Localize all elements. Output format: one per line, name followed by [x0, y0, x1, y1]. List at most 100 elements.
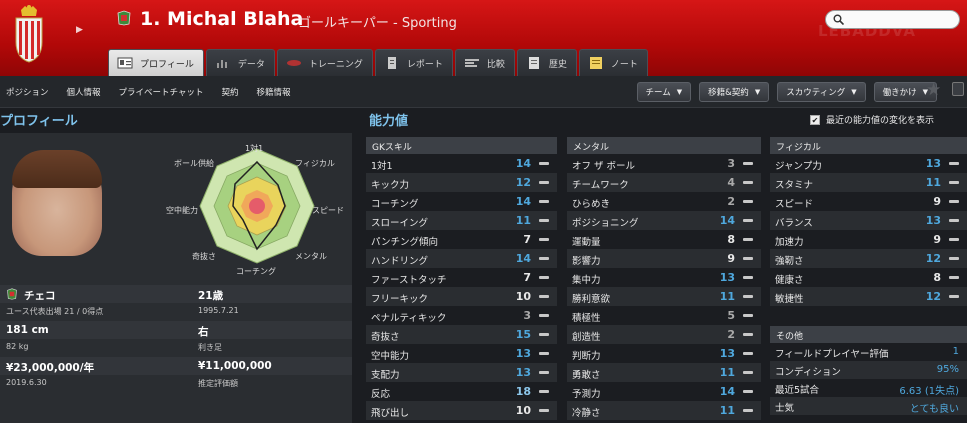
attribute-name: 健康さ — [775, 275, 804, 286]
attribute-row[interactable]: 影響力 9 — [567, 249, 761, 268]
attribute-name: パンチング傾向 — [371, 237, 438, 248]
attribute-row[interactable]: 冷静さ 11 — [567, 401, 761, 420]
attribute-row[interactable]: パンチング傾向 7 — [366, 230, 557, 249]
attribute-row[interactable]: 運動量 8 — [567, 230, 761, 249]
show-changes-toggle[interactable]: ✔ 最近の能力値の変化を表示 — [810, 113, 934, 126]
tab-history[interactable]: 歴史 — [516, 49, 577, 76]
attribute-value: 18 — [515, 385, 531, 398]
report-icon — [387, 57, 396, 69]
other-info-row: フィールドプレイヤー評価 1 — [770, 343, 967, 361]
attribute-row[interactable]: スローイング 11 — [366, 211, 557, 230]
player-position-club[interactable]: ゴールキーパー - Sporting — [298, 12, 457, 31]
attribute-row[interactable]: 健康さ 8 — [770, 268, 967, 287]
attribute-row[interactable]: 予測力 14 — [567, 382, 761, 401]
team-button[interactable]: チーム ▼ — [636, 82, 692, 102]
attribute-name: 運動量 — [572, 237, 601, 248]
no-change-icon — [743, 257, 753, 260]
subnav-transfer-info[interactable]: 移籍情報 — [256, 86, 290, 98]
no-change-icon — [743, 333, 753, 336]
attribute-value: 9 — [727, 252, 735, 265]
attribute-value: 14 — [515, 157, 531, 170]
no-change-icon — [949, 162, 959, 165]
transfer-contract-button[interactable]: 移籍&契約 ▼ — [699, 82, 770, 102]
checkbox[interactable]: ✔ — [810, 114, 820, 125]
attribute-row[interactable]: 奇抜さ 15 — [366, 325, 557, 344]
more-options-icon[interactable] — [952, 82, 964, 96]
attribute-value: 8 — [727, 233, 735, 246]
attribute-value: 13 — [925, 157, 941, 170]
subnav-position[interactable]: ポジション — [6, 86, 49, 98]
tab-data[interactable]: データ — [205, 49, 275, 76]
attribute-row[interactable]: 勇敢さ 11 — [567, 363, 761, 382]
wage: ¥23,000,000/年 — [6, 362, 95, 374]
radar-label: 奇抜さ — [192, 251, 216, 261]
attribute-row[interactable]: ハンドリング 14 — [366, 249, 557, 268]
date-of-birth: 1995.7.21 — [198, 306, 239, 315]
scouting-button[interactable]: スカウティング ▼ — [777, 82, 866, 102]
attribute-row[interactable]: フリーキック 10 — [366, 287, 557, 306]
attribute-value: 12 — [925, 252, 941, 265]
attribute-row[interactable]: オフ ザ ボール 3 — [567, 154, 761, 173]
attribute-row[interactable]: 敏捷性 12 — [770, 287, 967, 306]
radar-label: フィジカル — [295, 159, 335, 168]
header-menu-arrow-icon[interactable]: ▶ — [76, 25, 83, 35]
attribute-row[interactable]: ジャンプ力 13 — [770, 154, 967, 173]
attribute-name: 予測力 — [572, 389, 601, 400]
subnav-contract[interactable]: 契約 — [221, 86, 238, 98]
attribute-row[interactable]: キック力 12 — [366, 173, 557, 192]
attribute-value: 11 — [925, 176, 941, 189]
search-input[interactable] — [825, 10, 960, 29]
chevron-down-icon: ▼ — [754, 88, 761, 96]
tab-label: トレーニング — [308, 59, 363, 70]
subnav-private-chat[interactable]: プライベートチャット — [119, 86, 204, 98]
attribute-row[interactable]: スピード 9 — [770, 192, 967, 211]
attribute-row[interactable]: ポジショニング 14 — [567, 211, 761, 230]
attribute-row[interactable]: バランス 13 — [770, 211, 967, 230]
tab-report[interactable]: レポート — [374, 49, 453, 76]
star-icon[interactable]: ★ — [926, 80, 941, 100]
attribute-row[interactable]: 集中力 13 — [567, 268, 761, 287]
attribute-row[interactable]: 1対1 14 — [366, 154, 557, 173]
radar-label: 空中能力 — [166, 205, 198, 215]
attribute-name: 影響力 — [572, 256, 601, 267]
attribute-row[interactable]: チームワーク 4 — [567, 173, 761, 192]
chevron-down-icon: ▼ — [676, 88, 683, 96]
tab-notes[interactable]: ノート — [578, 49, 648, 76]
attribute-row[interactable]: スタミナ 11 — [770, 173, 967, 192]
no-change-icon — [949, 181, 959, 184]
attribute-name: 敏捷性 — [775, 294, 804, 305]
attribute-row[interactable]: ひらめき 2 — [567, 192, 761, 211]
sub-navigation: ポジション 個人情報 プライベートチャット 契約 移籍情報 チーム ▼ 移籍&契約… — [0, 76, 967, 108]
attribute-row[interactable]: 判断力 13 — [567, 344, 761, 363]
attribute-row[interactable]: 勝利意欲 11 — [567, 287, 761, 306]
nationality[interactable]: チェコ — [24, 288, 56, 303]
club-crest-icon — [15, 5, 43, 63]
attribute-row[interactable]: 支配力 13 — [366, 363, 557, 382]
age: 21歳 — [198, 290, 224, 302]
no-change-icon — [743, 314, 753, 317]
attribute-name: 創造性 — [572, 332, 601, 343]
attribute-value: 13 — [515, 347, 531, 360]
attribute-row[interactable]: 空中能力 13 — [366, 344, 557, 363]
attribute-row[interactable]: 創造性 2 — [567, 325, 761, 344]
tab-compare[interactable]: 比較 — [454, 49, 515, 76]
attribute-value: 2 — [727, 328, 735, 341]
tab-profile[interactable]: プロフィール — [108, 49, 204, 76]
tab-label: レポート — [406, 59, 443, 70]
attribute-row[interactable]: 反応 18 — [366, 382, 557, 401]
no-change-icon — [949, 219, 959, 222]
stats-icon — [216, 60, 227, 68]
subnav-personal-info[interactable]: 個人情報 — [67, 86, 101, 98]
attribute-row[interactable]: 積極性 5 — [567, 306, 761, 325]
no-change-icon — [743, 390, 753, 393]
attribute-row[interactable]: コーチング 14 — [366, 192, 557, 211]
attribute-name: スピード — [775, 199, 814, 210]
attribute-row[interactable]: 強靭さ 12 — [770, 249, 967, 268]
tab-training[interactable]: トレーニング — [276, 49, 373, 76]
info-row: ¥23,000,000/年 ¥11,000,000 — [0, 357, 352, 375]
attribute-row[interactable]: 飛び出し 10 — [366, 401, 557, 420]
attribute-row[interactable]: 加速力 9 — [770, 230, 967, 249]
attribute-row[interactable]: ペナルティキック 3 — [366, 306, 557, 325]
attribute-row[interactable]: ファーストタッチ 7 — [366, 268, 557, 287]
attribute-radar-chart: 1対1 フィジカル スピード メンタル コーチング 奇抜さ 空中能力 ボール供給 — [166, 143, 344, 276]
